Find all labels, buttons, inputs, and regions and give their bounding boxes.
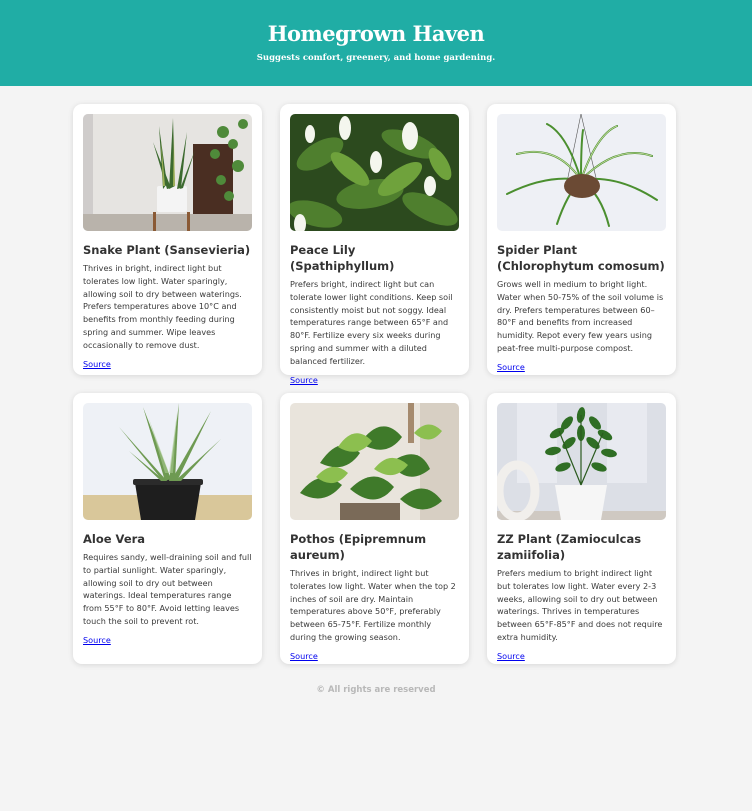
spider-plant-image <box>497 114 666 231</box>
plant-care-text: Thrives in bright, indirect light but to… <box>290 568 456 642</box>
plant-name: Peace Lily (Spathiphyllum) <box>290 243 395 273</box>
plant-card: Peace Lily (Spathiphyllum) Prefers brigh… <box>280 104 469 385</box>
plant-grid: Snake Plant (Sansevieria) Thrives in bri… <box>73 104 678 664</box>
plant-name: Snake Plant (Sansevieria) <box>83 243 251 257</box>
site-footer: © All rights are reserved <box>316 685 436 695</box>
plant-card: Spider Plant (Chlorophytum comosum) Grow… <box>487 104 676 375</box>
site-title: Homegrown Haven <box>267 21 485 46</box>
plant-name: Spider Plant (Chlorophytum comosum) <box>497 243 665 273</box>
source-link[interactable]: Source <box>497 651 525 662</box>
source-link[interactable]: Source <box>83 359 111 370</box>
plant-name: Pothos (Epipremnum aureum) <box>290 532 427 562</box>
source-link[interactable]: Source <box>83 635 111 646</box>
plant-care-text: Thrives in bright, indirect light but to… <box>83 263 242 350</box>
source-link[interactable]: Source <box>290 375 318 386</box>
source-link[interactable]: Source <box>290 651 318 662</box>
zz-plant-image <box>497 403 666 520</box>
plant-care-text: Grows well in medium to bright light. Wa… <box>497 279 664 353</box>
peace-lily-image <box>290 114 459 231</box>
plant-card: Aloe Vera Requires sandy, well-draining … <box>73 393 262 664</box>
plant-card: Snake Plant (Sansevieria) Thrives in bri… <box>73 104 262 375</box>
source-link[interactable]: Source <box>497 362 525 373</box>
site-tagline: Suggests comfort, greenery, and home gar… <box>256 53 496 63</box>
plant-care-text: Prefers medium to bright indirect light … <box>497 568 663 642</box>
snake-plant-image <box>83 114 252 231</box>
plant-name: ZZ Plant (Zamioculcas zamiifolia) <box>497 532 642 562</box>
aloe-vera-image <box>83 403 252 520</box>
plant-care-text: Prefers bright, indirect light but can t… <box>290 279 453 366</box>
plant-care-text: Requires sandy, well-draining soil and f… <box>83 552 252 626</box>
plant-card: Pothos (Epipremnum aureum) Thrives in br… <box>280 393 469 664</box>
plant-card: ZZ Plant (Zamioculcas zamiifolia) Prefer… <box>487 393 676 664</box>
site-header: Homegrown Haven Suggests comfort, greene… <box>0 0 752 86</box>
pothos-image <box>290 403 459 520</box>
plant-name: Aloe Vera <box>83 532 146 546</box>
